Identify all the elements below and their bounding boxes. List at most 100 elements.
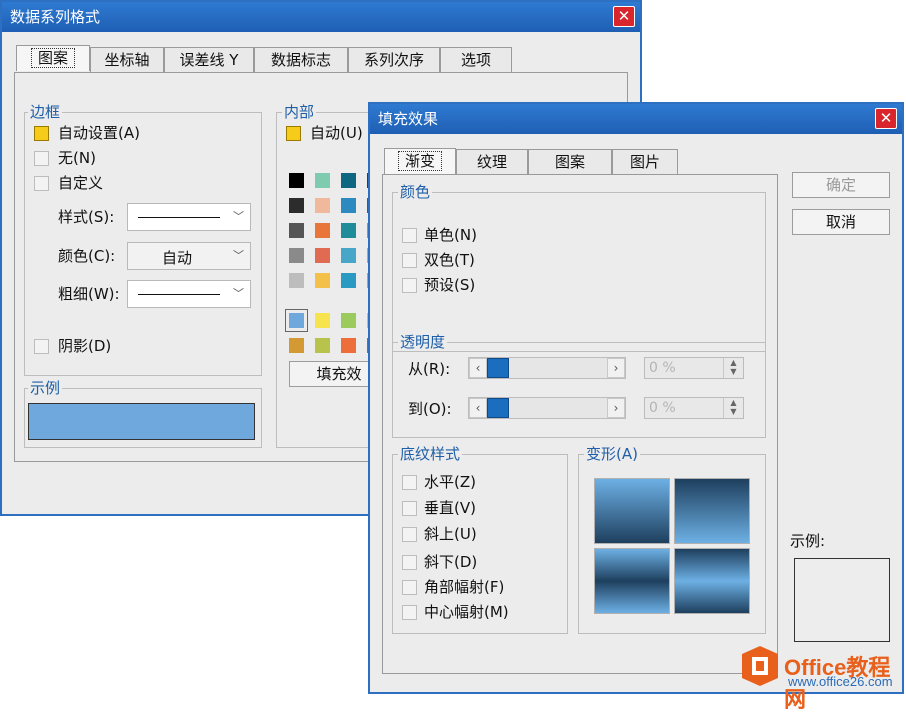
horizontal-label: 水平(Z) — [424, 473, 476, 491]
tab-picture[interactable]: 图片 — [612, 149, 678, 175]
color-group — [392, 192, 766, 352]
to-label: 到(O): — [408, 400, 452, 418]
line-style-preview — [138, 217, 220, 218]
close-button[interactable]: ✕ — [875, 108, 897, 129]
chevron-down-icon: ﹀ — [233, 287, 244, 300]
spin-arrows-icon[interactable]: ▲ ▼ — [723, 358, 743, 378]
color-group-title: 颜色 — [398, 183, 433, 201]
interior-group-title: 内部 — [282, 103, 317, 121]
color-swatch[interactable] — [315, 248, 330, 263]
preset-label: 预设(S) — [424, 276, 476, 294]
title-bar: 数据系列格式 ✕ — [2, 2, 640, 32]
ok-button[interactable]: 确定 — [792, 172, 890, 198]
color-swatch[interactable] — [315, 313, 330, 328]
color-swatch[interactable] — [289, 273, 304, 288]
color-swatch[interactable] — [289, 173, 304, 188]
line-style-label: 样式(S): — [58, 208, 115, 226]
diagonal-down-label: 斜下(D) — [424, 553, 478, 571]
color-swatch[interactable] — [341, 338, 356, 353]
variants-title: 变形(A) — [584, 445, 640, 463]
color-swatch[interactable] — [315, 173, 330, 188]
color-swatch[interactable] — [289, 223, 304, 238]
preset-radio[interactable] — [402, 278, 417, 293]
color-select[interactable]: 自动 ﹀ — [127, 242, 251, 270]
chevron-left-icon[interactable]: ‹ — [469, 358, 487, 378]
weight-select[interactable]: ﹀ — [127, 280, 251, 308]
color-swatch[interactable] — [315, 273, 330, 288]
color-swatch[interactable] — [315, 223, 330, 238]
sample-preview — [794, 558, 890, 642]
from-value: 0 % — [649, 360, 676, 376]
sample-label: 示例: — [790, 532, 826, 550]
tab-gradient[interactable]: 渐变 — [384, 148, 456, 174]
diagonal-down-radio[interactable] — [402, 555, 417, 570]
shadow-checkbox[interactable] — [34, 339, 49, 354]
color-swatch[interactable] — [341, 223, 356, 238]
from-slider[interactable]: ‹ › — [468, 357, 626, 379]
spin-arrows-icon[interactable]: ▲ ▼ — [723, 398, 743, 418]
one-color-radio[interactable] — [402, 228, 417, 243]
color-swatch[interactable] — [341, 313, 356, 328]
to-value: 0 % — [649, 400, 676, 416]
cancel-button[interactable]: 取消 — [792, 209, 890, 235]
two-colors-label: 双色(T) — [424, 251, 475, 269]
tab-pattern[interactable]: 图案 — [528, 149, 612, 175]
from-slider-thumb[interactable] — [487, 358, 509, 378]
line-style-select[interactable]: ﹀ — [127, 203, 251, 231]
tab-axis[interactable]: 坐标轴 — [90, 47, 164, 73]
one-color-label: 单色(N) — [424, 226, 477, 244]
auto-interior-radio[interactable] — [286, 126, 301, 141]
vertical-radio[interactable] — [402, 501, 417, 516]
from-label: 从(R): — [408, 360, 451, 378]
close-button[interactable]: ✕ — [613, 6, 635, 27]
auto-interior-label: 自动(U) — [310, 124, 363, 142]
two-colors-radio[interactable] — [402, 253, 417, 268]
color-swatch[interactable] — [341, 198, 356, 213]
tab-data-labels[interactable]: 数据标志 — [254, 47, 348, 73]
custom-border-radio[interactable] — [34, 176, 49, 191]
tab-texture[interactable]: 纹理 — [456, 149, 528, 175]
color-swatch[interactable] — [315, 338, 330, 353]
chevron-right-icon[interactable]: › — [607, 358, 625, 378]
no-border-label: 无(N) — [58, 149, 96, 167]
color-swatch[interactable] — [289, 198, 304, 213]
color-swatch[interactable] — [341, 248, 356, 263]
color-swatch[interactable] — [285, 309, 308, 332]
chevron-right-icon[interactable]: › — [607, 398, 625, 418]
from-corner-label: 角部幅射(F) — [424, 578, 505, 596]
color-swatch[interactable] — [341, 173, 356, 188]
shading-styles-title: 底纹样式 — [398, 445, 463, 463]
chevron-down-icon: ﹀ — [233, 210, 244, 223]
auto-border-radio[interactable] — [34, 126, 49, 141]
color-swatch[interactable] — [341, 273, 356, 288]
diagonal-up-radio[interactable] — [402, 527, 417, 542]
shadow-label: 阴影(D) — [58, 337, 112, 355]
horizontal-radio[interactable] — [402, 475, 417, 490]
office-logo-icon — [740, 644, 780, 688]
vertical-label: 垂直(V) — [424, 499, 476, 517]
gradient-variant-3[interactable] — [594, 548, 670, 614]
color-swatch[interactable] — [315, 198, 330, 213]
gradient-variant-1[interactable] — [594, 478, 670, 544]
from-corner-radio[interactable] — [402, 580, 417, 595]
tab-patterns[interactable]: 图案 — [16, 45, 90, 71]
tab-series-order[interactable]: 系列次序 — [348, 47, 440, 73]
gradient-variant-2[interactable] — [674, 478, 750, 544]
tab-options[interactable]: 选项 — [440, 47, 512, 73]
color-swatch[interactable] — [289, 338, 304, 353]
custom-border-label: 自定义 — [58, 174, 104, 192]
to-slider[interactable]: ‹ › — [468, 397, 626, 419]
tab-error-bars[interactable]: 误差线 Y — [164, 47, 254, 73]
gradient-variant-4[interactable] — [674, 548, 750, 614]
from-spinner[interactable]: 0 % ▲ ▼ — [644, 357, 744, 379]
weight-preview — [138, 294, 220, 295]
weight-label: 粗细(W): — [58, 285, 120, 303]
chevron-left-icon[interactable]: ‹ — [469, 398, 487, 418]
to-spinner[interactable]: 0 % ▲ ▼ — [644, 397, 744, 419]
sample-preview — [28, 403, 255, 440]
to-slider-thumb[interactable] — [487, 398, 509, 418]
from-center-radio[interactable] — [402, 605, 417, 620]
no-border-radio[interactable] — [34, 151, 49, 166]
color-swatch[interactable] — [289, 248, 304, 263]
dialog-title: 数据系列格式 — [10, 8, 101, 26]
